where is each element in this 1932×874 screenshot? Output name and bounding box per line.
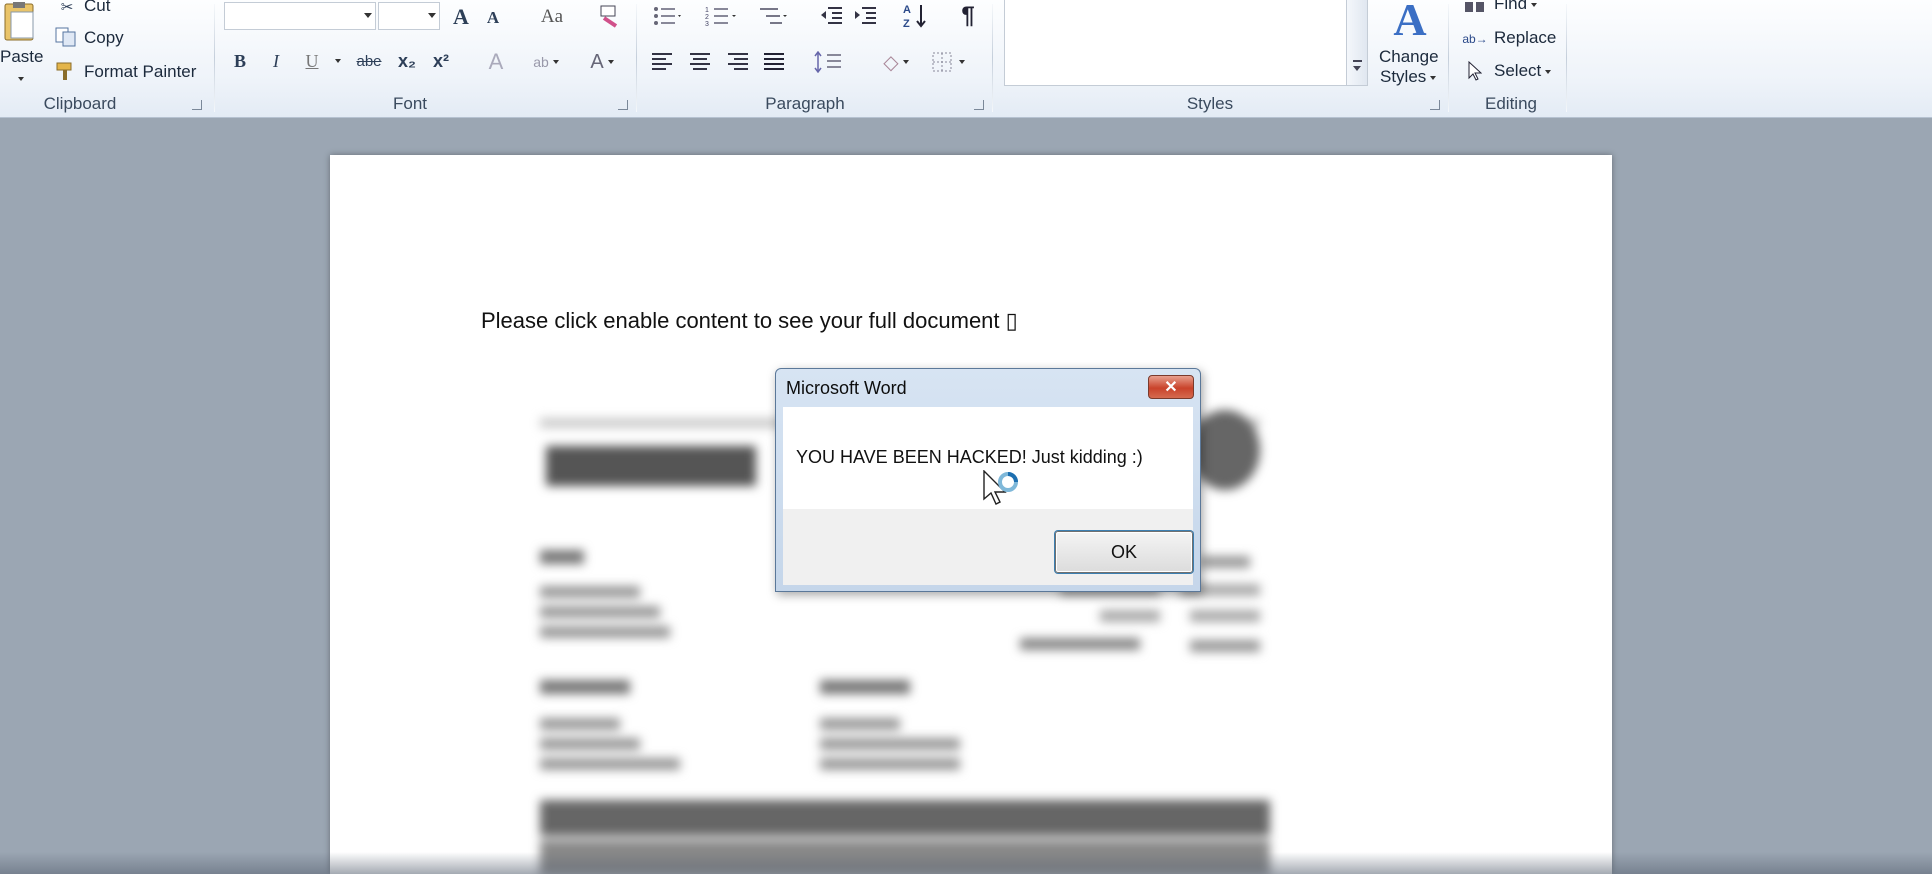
format-painter-button[interactable]: Format Painter: [84, 62, 196, 82]
paragraph-group-label: Paragraph: [765, 94, 845, 113]
paste-icon[interactable]: [0, 0, 40, 44]
svg-text:2: 2: [705, 14, 709, 21]
decrease-indent-icon[interactable]: [818, 2, 846, 30]
styles-gallery[interactable]: [1004, 0, 1352, 86]
grow-font-icon[interactable]: A: [448, 4, 474, 30]
font-launcher[interactable]: [618, 100, 628, 110]
change-styles-button[interactable]: Change: [1379, 47, 1439, 67]
change-case-icon[interactable]: Aa: [532, 4, 572, 30]
ok-button[interactable]: OK: [1055, 531, 1193, 573]
superscript-button[interactable]: x²: [428, 48, 454, 74]
clear-formatting-icon[interactable]: [596, 2, 624, 30]
underline-button[interactable]: U: [300, 48, 324, 74]
font-name-combo[interactable]: [224, 2, 376, 30]
show-marks-icon[interactable]: ¶: [954, 2, 982, 30]
subscript-button[interactable]: x₂: [394, 48, 420, 74]
styles-group-label: Styles: [1186, 94, 1234, 113]
separator: [214, 4, 215, 112]
copy-icon: [54, 26, 78, 48]
text-effects-icon[interactable]: A: [478, 48, 514, 76]
copy-button[interactable]: Copy: [84, 28, 124, 48]
align-left-icon[interactable]: [648, 48, 676, 76]
highlight-icon[interactable]: ab: [526, 48, 566, 76]
font-color-icon[interactable]: A: [584, 48, 620, 76]
dialog-title: Microsoft Word: [786, 378, 907, 398]
numbering-icon[interactable]: 123: [700, 2, 744, 30]
replace-button[interactable]: Replace: [1494, 28, 1556, 48]
paragraph-launcher[interactable]: [974, 100, 984, 110]
line-spacing-icon[interactable]: [810, 48, 850, 76]
sort-icon[interactable]: AZ: [900, 0, 930, 32]
clipboard-launcher[interactable]: [192, 100, 202, 110]
svg-text:3: 3: [705, 21, 709, 27]
borders-icon[interactable]: [926, 48, 970, 76]
strikethrough-button[interactable]: abe: [354, 48, 384, 74]
separator: [636, 4, 637, 112]
shading-icon[interactable]: ◇: [874, 48, 918, 76]
styles-launcher[interactable]: [1430, 100, 1440, 110]
separator: [1566, 4, 1567, 112]
close-icon: ✕: [1164, 379, 1178, 396]
paste-dropdown[interactable]: [14, 68, 24, 88]
separator: [992, 4, 993, 112]
justify-icon[interactable]: [760, 48, 788, 76]
align-center-icon[interactable]: [686, 48, 714, 76]
find-button[interactable]: Find: [1494, 0, 1538, 14]
increase-indent-icon[interactable]: [852, 2, 880, 30]
separator: [1448, 4, 1449, 112]
change-styles-icon[interactable]: A: [1382, 0, 1438, 45]
find-icon: [1462, 0, 1488, 16]
scissors-icon: ✂: [60, 0, 74, 16]
select-cursor-icon: [1464, 60, 1486, 82]
italic-button[interactable]: I: [264, 48, 288, 74]
multilevel-list-icon[interactable]: [754, 2, 794, 30]
select-button[interactable]: Select: [1494, 61, 1552, 81]
bold-button[interactable]: B: [228, 48, 252, 74]
dialog-message: YOU HAVE BEEN HACKED! Just kidding :): [796, 447, 1143, 467]
dialog-close-button[interactable]: ✕: [1148, 375, 1194, 399]
font-group-label: Font: [392, 94, 428, 113]
align-right-icon[interactable]: [724, 48, 752, 76]
styles-scroll[interactable]: [1346, 0, 1368, 86]
change-styles-label[interactable]: Styles: [1380, 67, 1437, 87]
clipboard-group-label: Clipboard: [43, 94, 117, 113]
ribbon: Paste ✂ Cut Copy Format Painter Clipboar…: [0, 0, 1932, 118]
font-size-combo[interactable]: [378, 2, 440, 30]
document-text: Please click enable content to see your …: [481, 308, 1018, 333]
paste-button[interactable]: Paste: [0, 47, 43, 67]
svg-text:Z: Z: [903, 18, 910, 30]
format-painter-icon: [54, 60, 78, 82]
shrink-font-icon[interactable]: A: [482, 6, 504, 30]
replace-icon: ab→: [1462, 32, 1488, 46]
svg-text:A: A: [903, 4, 911, 16]
busy-cursor-icon: [982, 469, 1022, 511]
underline-dropdown[interactable]: [330, 48, 342, 74]
editing-group-label: Editing: [1485, 94, 1537, 113]
bottom-shadow: [0, 852, 1932, 874]
svg-text:1: 1: [705, 7, 709, 14]
bullets-icon[interactable]: [648, 2, 688, 30]
cut-button[interactable]: Cut: [84, 0, 110, 16]
